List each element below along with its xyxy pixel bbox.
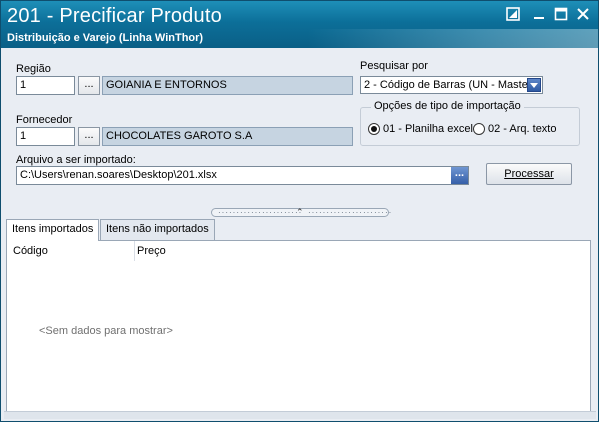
regiao-label: Região [16, 63, 51, 75]
processar-button[interactable]: Processar [486, 163, 572, 185]
filter-panel: Região 1 ... GOIANIA E ENTORNOS Forneced… [4, 48, 596, 212]
results-grid: Código Preço <Sem dados para mostrar> [6, 240, 591, 416]
radio-planilha-excel[interactable]: 01 - Planilha excel [368, 123, 473, 135]
radio-circle[interactable] [473, 123, 485, 135]
radio-planilha-excel-label: 01 - Planilha excel [383, 123, 473, 135]
column-header-codigo[interactable]: Código [13, 245, 48, 257]
maximize-icon[interactable] [554, 7, 570, 21]
splitter-grip-left: ······················· [218, 208, 303, 217]
column-header-preco[interactable]: Preço [137, 245, 166, 257]
processar-label: Processar [504, 168, 554, 180]
chevron-down-icon[interactable] [527, 78, 541, 92]
results-tabs: Itens importados Itens não importados Có… [4, 217, 596, 419]
regiao-code-input[interactable]: 1 [16, 76, 75, 95]
tab-itens-nao-importados[interactable]: Itens não importados [100, 219, 215, 240]
panel-splitter[interactable]: ······················· ⌃ ··············… [211, 207, 393, 217]
fornecedor-code-input[interactable]: 1 [16, 127, 75, 146]
browse-file-button[interactable]: ... [451, 167, 468, 184]
regiao-name-field: GOIANIA E ENTORNOS [102, 76, 353, 95]
arquivo-path-text: C:\Users\renan.soares\Desktop\201.xlsx [20, 169, 217, 181]
fornecedor-label: Fornecedor [16, 114, 73, 126]
status-bar [4, 411, 596, 419]
splitter-grip-right: ······················· [308, 208, 393, 217]
column-divider[interactable] [134, 241, 135, 261]
fornecedor-name-field: CHOCOLATES GAROTO S.A [102, 127, 353, 146]
grid-header: Código Preço [7, 241, 590, 261]
pesquisar-selected-value: 2 - Código de Barras (UN - Master) [364, 79, 536, 91]
title-bar-decoration [308, 29, 598, 48]
fornecedor-lookup-button[interactable]: ... [78, 127, 100, 146]
window-title: 201 - Precificar Produto [7, 5, 222, 27]
pesquisar-select[interactable]: 2 - Código de Barras (UN - Master) [360, 76, 543, 94]
grid-empty-message: <Sem dados para mostrar> [39, 325, 173, 337]
title-bar: 201 - Precificar Produto Distribuição e … [1, 1, 598, 48]
restore-layout-icon[interactable] [506, 7, 522, 21]
opcoes-importacao-legend: Opções de tipo de importação [371, 100, 524, 112]
radio-circle-selected[interactable] [368, 123, 380, 135]
opcoes-importacao-group: Opções de tipo de importação 01 - Planil… [360, 100, 580, 146]
minimize-icon[interactable] [532, 7, 548, 21]
arquivo-path-input[interactable]: C:\Users\renan.soares\Desktop\201.xlsx .… [16, 166, 469, 185]
pesquisar-label: Pesquisar por [360, 60, 428, 72]
arquivo-label: Arquivo a ser importado: [16, 154, 136, 166]
radio-arq-texto-label: 02 - Arq. texto [488, 123, 557, 135]
app-window: 201 - Precificar Produto Distribuição e … [0, 0, 599, 422]
window-subtitle: Distribuição e Varejo (Linha WinThor) [7, 32, 204, 44]
radio-arq-texto[interactable]: 02 - Arq. texto [473, 123, 556, 135]
regiao-lookup-button[interactable]: ... [78, 76, 100, 95]
close-icon[interactable] [576, 7, 592, 21]
tab-itens-importados[interactable]: Itens importados [6, 219, 100, 241]
